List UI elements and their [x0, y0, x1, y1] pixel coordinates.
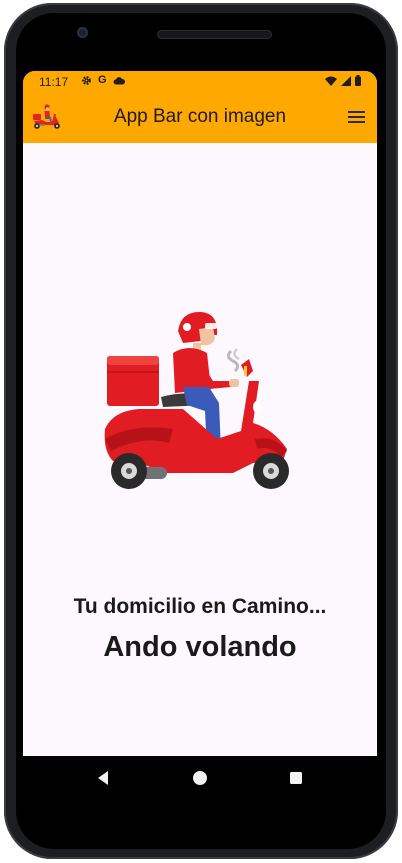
- app-bar: App Bar con imagen: [23, 92, 377, 143]
- delivery-status-subtitle: Tu domicilio en Camino...: [73, 595, 327, 618]
- delivery-rider-scooter-illustration: [104, 311, 289, 489]
- signal-icon: [341, 75, 351, 86]
- gear-icon: [82, 75, 91, 85]
- front-camera: [77, 27, 88, 38]
- status-notification-icons: G: [81, 74, 125, 86]
- status-bar: 11:17 G: [23, 71, 377, 92]
- status-system-icons: [325, 75, 361, 86]
- google-g-icon: G: [98, 74, 107, 86]
- app-screen: 11:17 G App Bar con imagen Tu domicilio …: [23, 71, 377, 756]
- battery-icon: [355, 75, 361, 86]
- system-navigation-bar: [23, 756, 377, 800]
- main-content: Tu domicilio en Camino... Ando volando: [23, 143, 377, 756]
- status-time: 11:17: [39, 75, 69, 89]
- wifi-icon: [325, 76, 337, 86]
- recents-icon[interactable]: [286, 768, 306, 788]
- cloud-icon: [113, 76, 125, 84]
- hamburger-menu-icon[interactable]: [348, 110, 365, 124]
- home-icon[interactable]: [190, 768, 210, 788]
- delivery-headline: Ando volando: [103, 631, 297, 663]
- app-bar-title: App Bar con imagen: [113, 106, 287, 127]
- back-icon[interactable]: [93, 768, 113, 788]
- earpiece-speaker: [157, 30, 272, 39]
